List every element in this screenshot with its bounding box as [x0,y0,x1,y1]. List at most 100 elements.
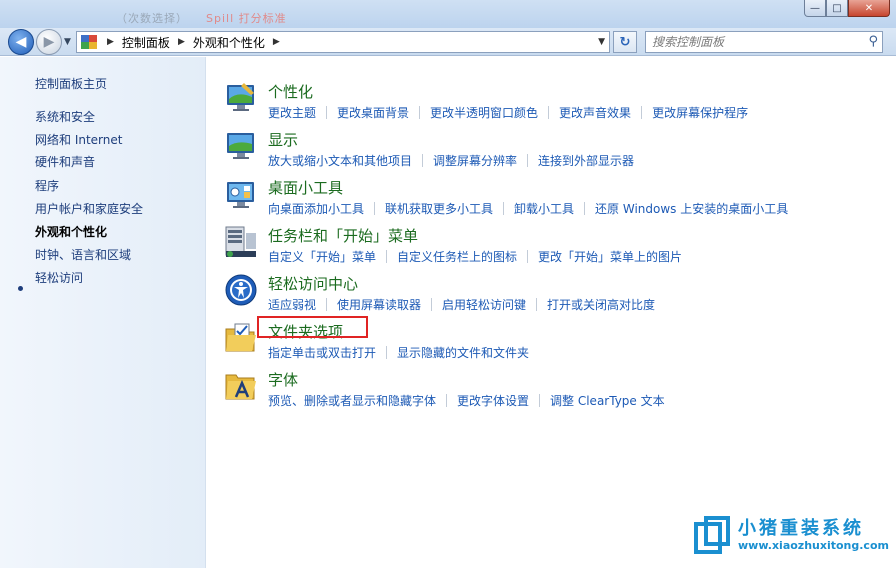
minimize-button[interactable]: — [804,0,826,17]
forward-button[interactable]: ▶ [36,29,62,55]
link-ease-of-access-keys[interactable]: 启用轻松访问键 [442,296,526,313]
link-divider [422,154,424,167]
link-high-contrast[interactable]: 打开或关闭高对比度 [547,296,655,313]
watermark-name: 小猪重装系统 [738,518,864,539]
link-change-background[interactable]: 更改桌面背景 [337,104,409,121]
link-divider [326,298,328,311]
sidebar-item-ease-of-access[interactable]: 轻松访问 [35,269,83,286]
link-divider [548,106,550,119]
link-screen-reader[interactable]: 使用屏幕读取器 [337,296,421,313]
category-links: 适应弱视 使用屏幕读取器 启用轻松访问键 打开或关闭高对比度 [268,296,655,313]
link-preview-fonts[interactable]: 预览、删除或者显示和隐藏字体 [268,392,436,409]
link-divider [419,106,421,119]
address-dropdown-icon[interactable]: ▼ [598,37,605,47]
link-divider [446,394,448,407]
link-resolution[interactable]: 调整屏幕分辨率 [433,152,517,169]
annotation-highlight-box [257,316,368,338]
search-input[interactable] [652,35,852,49]
watermark: 小猪重装系统 www.xiaozhuxitong.com [694,514,894,562]
address-bar[interactable]: ▶ 控制面板 ▶ 外观和个性化 ▶ ▼ [76,31,610,53]
maximize-button[interactable]: □ [826,0,848,17]
watermark-logo-icon [694,516,730,554]
search-icon[interactable]: ⚲ [868,34,878,49]
link-screensaver[interactable]: 更改屏幕保护程序 [652,104,748,121]
fonts-icon[interactable] [224,369,258,403]
link-uninstall-gadget[interactable]: 卸载小工具 [514,200,574,217]
category-title[interactable]: 显示 [268,129,298,150]
window-title-faded-red: Spill 打分标准 [206,12,287,25]
taskbar-icon[interactable] [224,225,258,259]
link-change-theme[interactable]: 更改主题 [268,104,316,121]
back-button[interactable]: ◀ [8,29,34,55]
navigation-bar: ◀ ▶ ▼ ▶ 控制面板 ▶ 外观和个性化 ▶ ▼ ↻ ⚲ [0,28,896,56]
control-panel-icon [81,35,97,49]
link-divider [503,202,505,215]
sidebar-item-home[interactable]: 控制面板主页 [35,75,107,92]
link-divider [527,250,529,263]
folder-options-icon[interactable] [224,321,258,355]
sidebar-item-network[interactable]: 网络和 Internet [35,131,122,148]
sidebar-item-hardware-sound[interactable]: 硬件和声音 [35,153,95,170]
link-add-gadgets[interactable]: 向桌面添加小工具 [268,200,364,217]
link-divider [386,250,388,263]
personalization-icon[interactable] [224,81,258,115]
link-start-menu-picture[interactable]: 更改「开始」菜单上的图片 [538,248,682,265]
category-links: 向桌面添加小工具 联机获取更多小工具 卸载小工具 还原 Windows 上安装的… [268,200,788,217]
link-window-color[interactable]: 更改半透明窗口颜色 [430,104,538,121]
link-show-hidden-files[interactable]: 显示隐藏的文件和文件夹 [397,344,529,361]
link-low-vision[interactable]: 适应弱视 [268,296,316,313]
link-customize-start-menu[interactable]: 自定义「开始」菜单 [268,248,376,265]
link-external-display[interactable]: 连接到外部显示器 [538,152,634,169]
sidebar-item-programs[interactable]: 程序 [35,177,59,194]
category-title[interactable]: 字体 [268,369,298,390]
breadcrumb-control-panel[interactable]: 控制面板 [122,34,170,51]
link-text-size[interactable]: 放大或缩小文本和其他项目 [268,152,412,169]
watermark-url: www.xiaozhuxitong.com [738,539,889,552]
minimize-icon: — [810,2,820,14]
link-single-double-click[interactable]: 指定单击或双击打开 [268,344,376,361]
link-get-gadgets-online[interactable]: 联机获取更多小工具 [385,200,493,217]
category-title[interactable]: 任务栏和「开始」菜单 [268,225,418,246]
link-divider [374,202,376,215]
window-title-faded: （次数选择） [116,12,188,25]
category-title[interactable]: 桌面小工具 [268,177,343,198]
sidebar-item-clock-language[interactable]: 时钟、语言和区域 [35,246,131,263]
link-restore-gadgets[interactable]: 还原 Windows 上安装的桌面小工具 [595,200,788,217]
close-button[interactable]: ✕ [848,0,890,17]
category-title[interactable]: 个性化 [268,81,313,102]
breadcrumb-appearance[interactable]: 外观和个性化 [193,34,265,51]
gadgets-icon[interactable] [224,177,258,211]
link-cleartype[interactable]: 调整 ClearType 文本 [550,392,665,409]
breadcrumb-chevron-icon[interactable]: ▶ [107,37,114,47]
link-divider [386,346,388,359]
link-divider [326,106,328,119]
link-font-settings[interactable]: 更改字体设置 [457,392,529,409]
forward-arrow-icon: ▶ [43,34,55,50]
maximize-icon: □ [832,2,842,14]
category-title[interactable]: 轻松访问中心 [268,273,358,294]
sidebar-item-user-accounts[interactable]: 用户帐户和家庭安全 [35,200,143,217]
link-divider [431,298,433,311]
link-sound-effects[interactable]: 更改声音效果 [559,104,631,121]
breadcrumb-chevron-icon[interactable]: ▶ [273,37,280,47]
ease-of-access-icon[interactable] [224,273,258,307]
close-icon: ✕ [864,2,874,14]
title-bar: （次数选择） Spill 打分标准 — □ ✕ [0,0,896,28]
category-links: 更改主题 更改桌面背景 更改半透明窗口颜色 更改声音效果 更改屏幕保护程序 [268,104,748,121]
display-icon[interactable] [224,129,258,163]
recent-pages-dropdown-icon[interactable]: ▼ [64,37,71,47]
category-links: 预览、删除或者显示和隐藏字体 更改字体设置 调整 ClearType 文本 [268,392,665,409]
link-taskbar-icons[interactable]: 自定义任务栏上的图标 [397,248,517,265]
sidebar-item-appearance[interactable]: 外观和个性化 [35,223,107,240]
breadcrumb-chevron-icon[interactable]: ▶ [178,37,185,47]
refresh-icon: ↻ [619,34,631,50]
link-divider [539,394,541,407]
link-divider [584,202,586,215]
back-arrow-icon: ◀ [15,34,27,50]
search-box[interactable]: ⚲ [645,31,883,53]
category-links: 指定单击或双击打开 显示隐藏的文件和文件夹 [268,344,529,361]
refresh-button[interactable]: ↻ [613,31,637,53]
sidebar-item-system-security[interactable]: 系统和安全 [35,108,95,125]
link-divider [641,106,643,119]
link-divider [527,154,529,167]
